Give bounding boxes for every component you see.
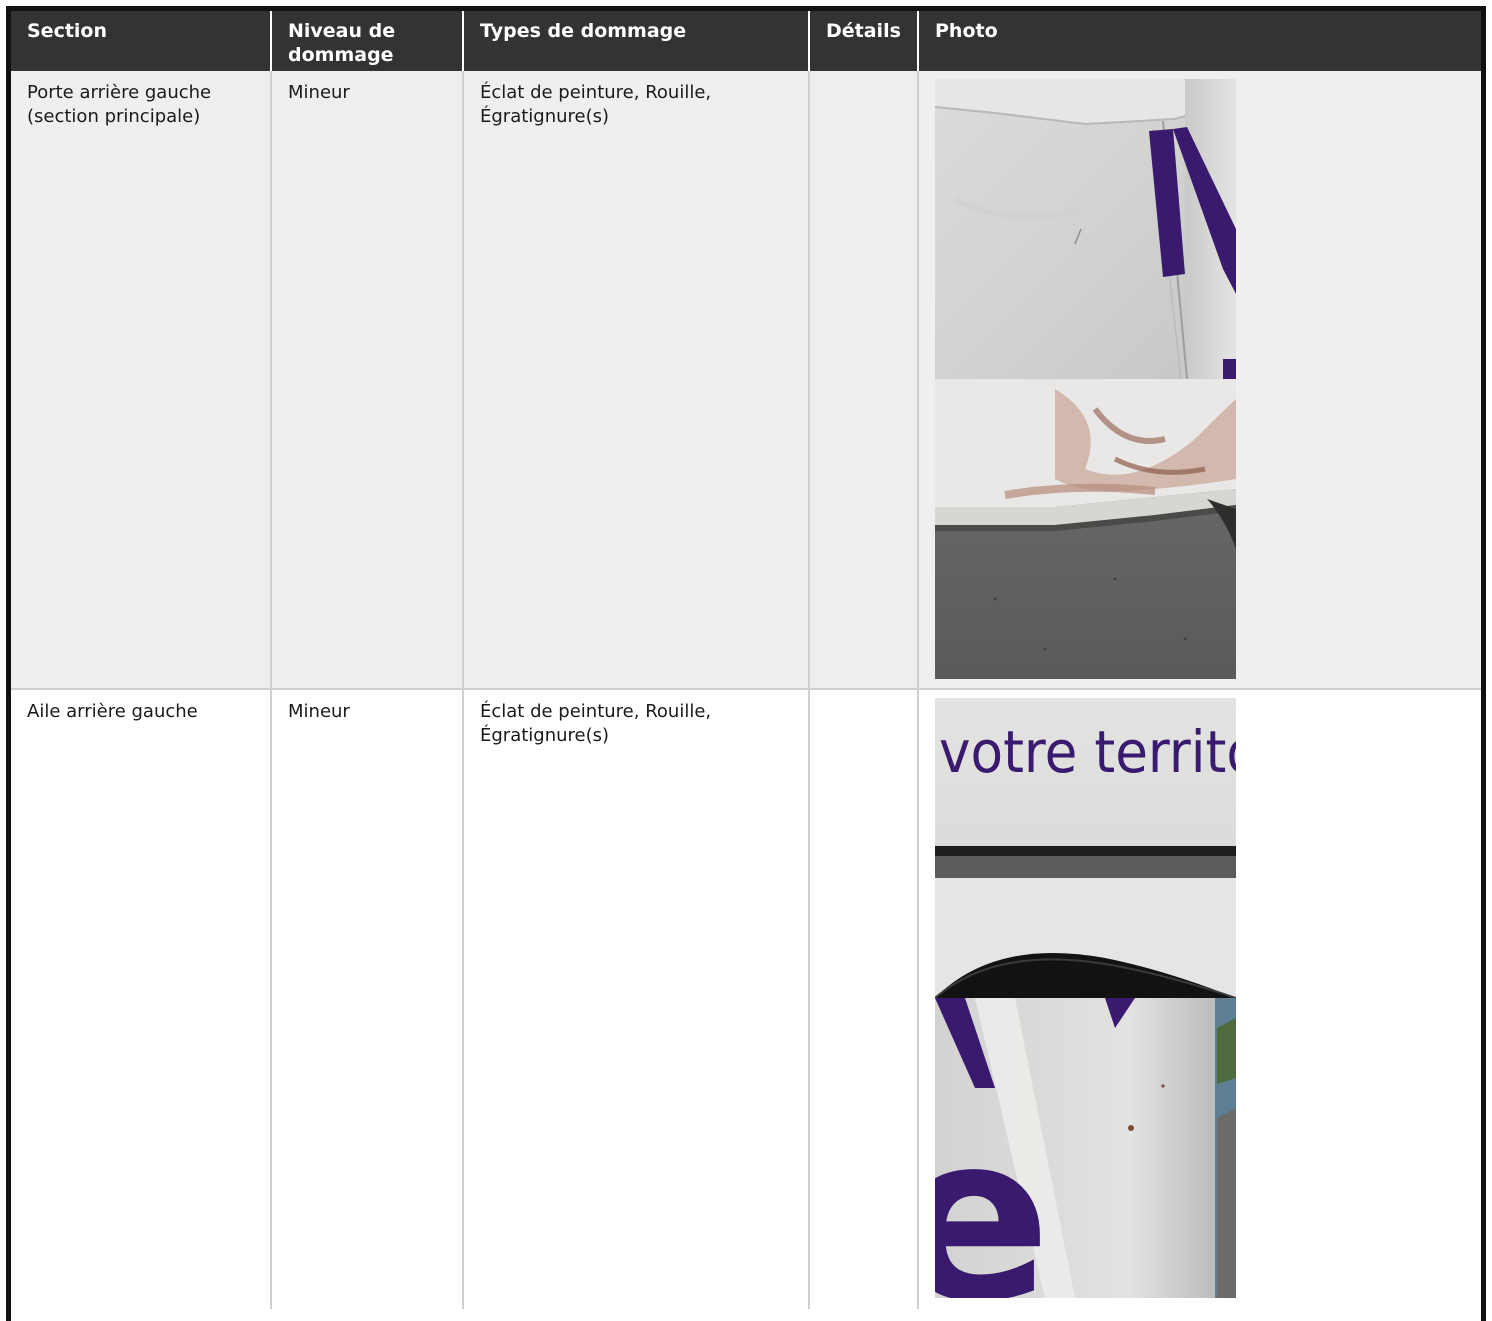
cell-niveau: Mineur bbox=[271, 71, 464, 690]
cell-types: Éclat de peinture, Rouille, Égratignure(… bbox=[463, 71, 810, 690]
cell-niveau: Mineur bbox=[271, 689, 464, 1309]
table-header-row: Section Niveau de dommage Types de domma… bbox=[11, 11, 1481, 71]
table-row: Aile arrière gauche Mineur Éclat de pein… bbox=[11, 689, 1481, 1309]
damage-report-table-frame: Section Niveau de dommage Types de domma… bbox=[6, 6, 1486, 1321]
cell-details bbox=[809, 71, 919, 690]
column-header-niveau: Niveau de dommage bbox=[271, 11, 464, 71]
rear-wing-panel-photo[interactable]: e bbox=[935, 998, 1236, 1298]
cell-types: Éclat de peinture, Rouille, Égratignure(… bbox=[463, 689, 810, 1309]
cell-photos: votre territo bbox=[918, 689, 1481, 1309]
rear-wing-lettering-photo[interactable]: votre territo bbox=[935, 698, 1236, 998]
cell-section: Porte arrière gauche (section principale… bbox=[11, 71, 272, 690]
damage-report-table: Section Niveau de dommage Types de domma… bbox=[11, 11, 1481, 1309]
column-header-section: Section bbox=[11, 11, 272, 71]
photo-lettering-text: votre territo bbox=[939, 718, 1236, 786]
cell-photos bbox=[918, 71, 1481, 690]
rear-door-lettering-photo[interactable] bbox=[935, 79, 1236, 379]
cell-details bbox=[809, 689, 919, 1309]
rear-door-rust-photo[interactable] bbox=[935, 379, 1236, 679]
table-header: Section Niveau de dommage Types de domma… bbox=[11, 11, 1481, 71]
column-header-photo: Photo bbox=[918, 11, 1481, 71]
table-body: Porte arrière gauche (section principale… bbox=[11, 71, 1481, 1309]
cell-section: Aile arrière gauche bbox=[11, 689, 272, 1309]
column-header-details: Détails bbox=[809, 11, 919, 71]
column-header-types: Types de dommage bbox=[463, 11, 810, 71]
table-row: Porte arrière gauche (section principale… bbox=[11, 71, 1481, 690]
photo-lettering-text: e bbox=[935, 1086, 1051, 1298]
